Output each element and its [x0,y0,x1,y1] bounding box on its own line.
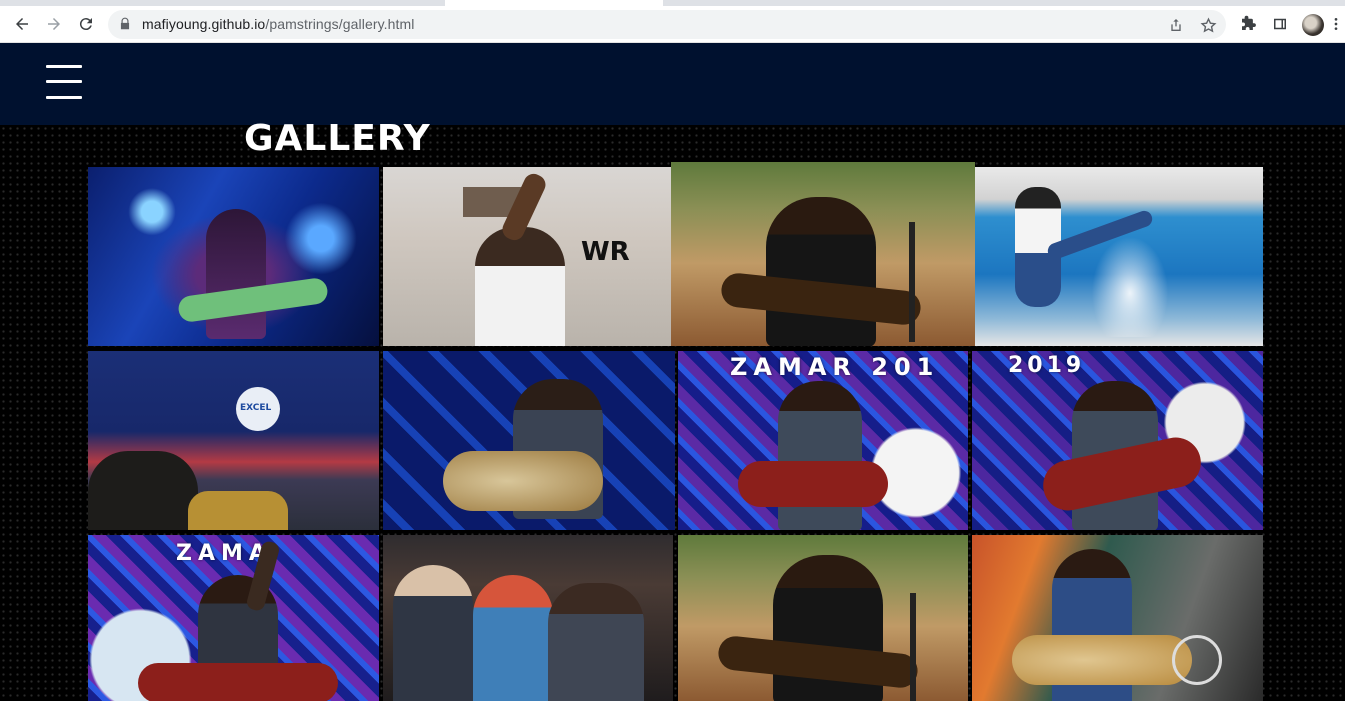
photo-acoustic-blue-diamonds[interactable] [383,351,675,530]
photo-caption: WR [581,237,630,267]
photo-caption: 2019 [1008,353,1086,378]
photo-caption: EXCEL [240,403,272,413]
url-text[interactable]: mafiyoung.github.io/pamstrings/gallery.h… [142,16,415,32]
profile-avatar[interactable] [1302,14,1324,36]
extensions-icon[interactable] [1234,10,1262,38]
address-bar[interactable]: mafiyoung.github.io/pamstrings/gallery.h… [108,10,1226,39]
page-title: GALLERY [244,118,431,159]
photo-seated-guitar-outdoors[interactable] [671,162,975,346]
photo-stage-guitar-blue-stars[interactable] [88,167,379,346]
url-host: mafiyoung.github.io [142,16,266,32]
url-path: /pamstrings/gallery.html [265,16,415,32]
hamburger-menu-icon[interactable] [46,64,82,100]
photo-zamar-2019-guitar-a[interactable]: ZAMAR 201 [678,351,968,530]
side-panel-icon[interactable] [1266,10,1294,38]
photo-orange-stage-guitar[interactable] [972,535,1263,701]
site-header [0,43,1345,125]
star-icon[interactable] [1198,15,1218,35]
photo-lake-kick-splash[interactable] [975,167,1263,346]
share-icon[interactable] [1166,15,1186,35]
photo-zamar-raised-arm[interactable]: ZAMA [88,535,379,701]
photo-caption: ZAMAR 201 [730,353,940,381]
back-icon[interactable] [8,10,36,38]
photo-church-stage-choir[interactable]: EXCEL [88,351,379,530]
menu-dots-icon[interactable] [1328,10,1344,38]
photo-worship-raised-hand[interactable]: WR [383,167,671,346]
photo-audience-guests[interactable] [383,535,673,701]
reload-icon[interactable] [72,10,100,38]
forward-icon[interactable] [40,10,68,38]
lock-icon[interactable] [118,17,132,31]
photo-zamar-2019-guitar-b[interactable]: 2019 [972,351,1263,530]
photo-seated-guitar-outdoors-2[interactable] [678,535,968,701]
browser-toolbar: mafiyoung.github.io/pamstrings/gallery.h… [0,6,1345,43]
